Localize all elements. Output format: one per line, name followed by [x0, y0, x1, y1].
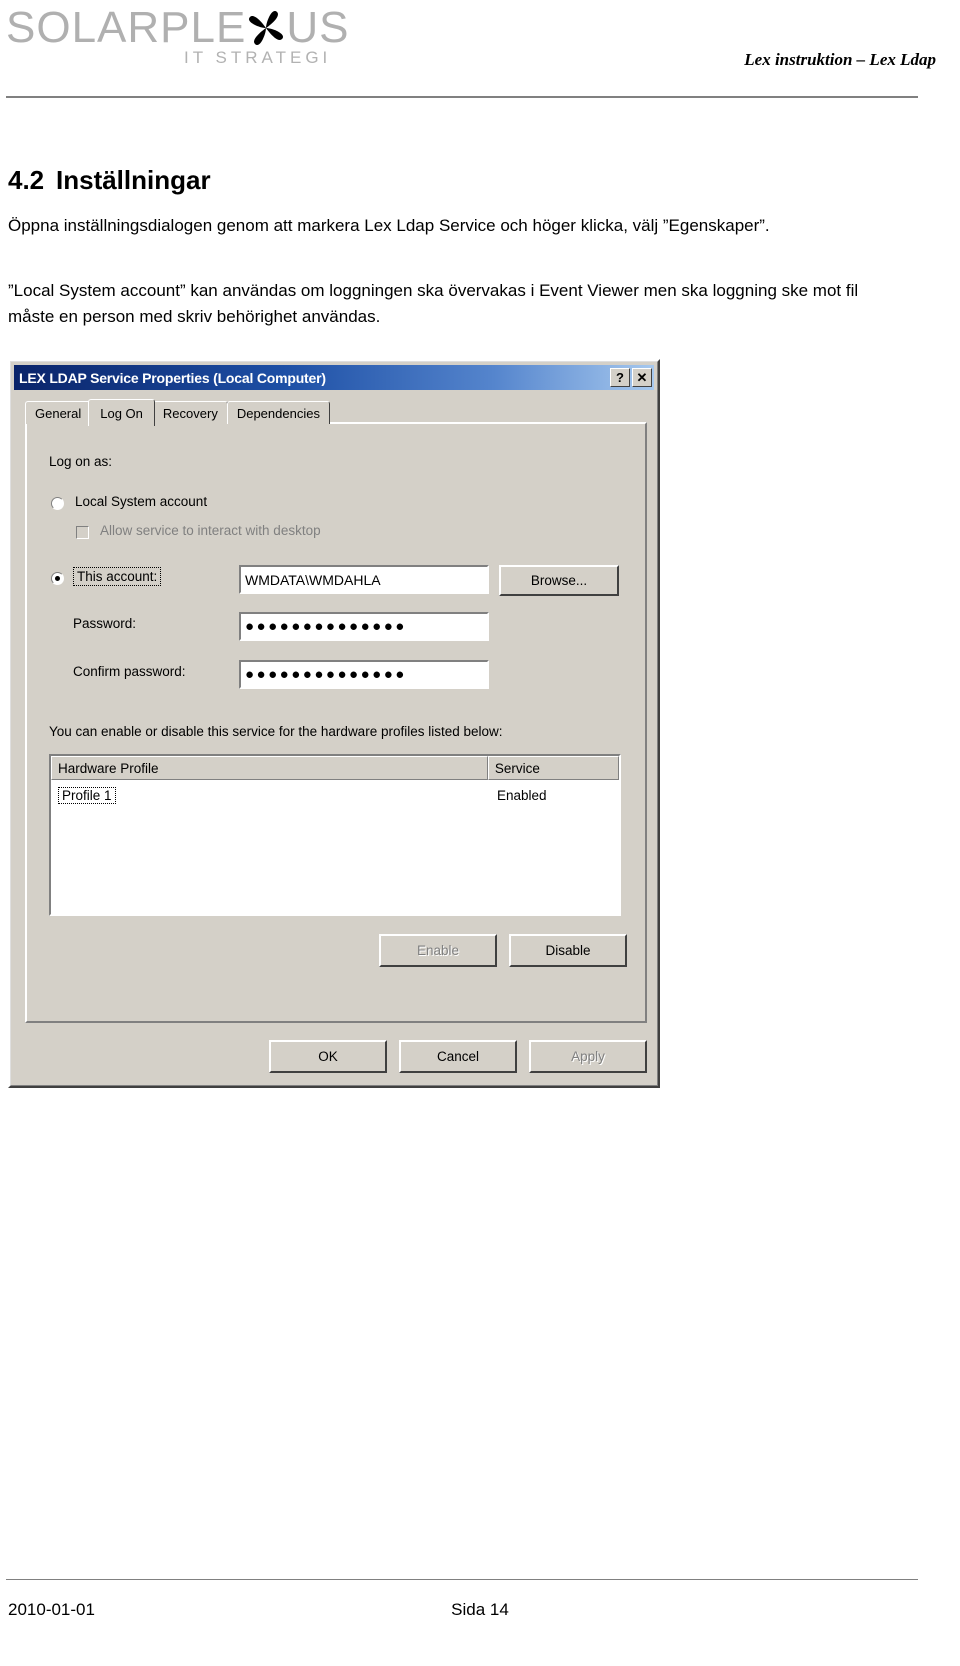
section-number: 4.2	[8, 165, 45, 195]
this-account-label: This account:	[73, 567, 162, 586]
confirm-password-input[interactable]: ●●●●●●●●●●●●●●	[239, 660, 489, 689]
confirm-password-masked-value: ●●●●●●●●●●●●●●	[245, 666, 407, 683]
dialog-frame: LEX LDAP Service Properties (Local Compu…	[10, 361, 658, 1086]
apply-button[interactable]: Apply	[529, 1040, 647, 1073]
password-label: Password:	[73, 616, 137, 631]
confirm-password-label: Confirm password:	[73, 664, 186, 679]
cell-service-status: Enabled	[497, 787, 547, 803]
footer-page-number: Sida 14	[451, 1600, 509, 1619]
close-icon[interactable]: ✕	[632, 368, 652, 387]
tab-recovery[interactable]: Recovery	[152, 401, 228, 424]
page-title: 4.2 Inställningar	[8, 165, 211, 196]
document-page: SOLARPLE US IT STRATEGI Lex instruktion …	[0, 0, 960, 1666]
header-divider	[6, 96, 918, 98]
allow-desktop-label: Allow service to interact with desktop	[100, 523, 321, 538]
logo-wordmark: SOLARPLE US	[6, 2, 349, 54]
column-service[interactable]: Service	[487, 756, 619, 780]
dialog-tabs: General Log On Recovery Dependencies	[25, 398, 647, 426]
enable-button[interactable]: Enable	[379, 934, 497, 967]
cell-profile-name: Profile 1	[58, 786, 116, 804]
disable-button[interactable]: Disable	[509, 934, 627, 967]
browse-button[interactable]: Browse...	[499, 565, 619, 596]
logo-wordmark-pre: SOLARPLE	[6, 3, 247, 52]
logo-wordmark-post: US	[286, 3, 350, 52]
footer-divider	[6, 1579, 918, 1580]
password-input[interactable]: ●●●●●●●●●●●●●●	[239, 612, 489, 641]
log-on-panel: Log on as: Local System account Allow se…	[25, 422, 647, 1023]
local-system-radio[interactable]	[51, 497, 64, 510]
hardware-profiles-list[interactable]: Hardware Profile Service Profile 1 Enabl…	[49, 754, 621, 916]
service-properties-dialog: LEX LDAP Service Properties (Local Compu…	[8, 359, 660, 1088]
butterfly-x-icon	[246, 8, 286, 48]
password-masked-value: ●●●●●●●●●●●●●●	[245, 618, 407, 635]
help-icon[interactable]: ?	[610, 368, 630, 387]
dialog-title: LEX LDAP Service Properties (Local Compu…	[19, 369, 326, 386]
column-hardware-profile[interactable]: Hardware Profile	[51, 756, 488, 780]
log-on-as-label: Log on as:	[49, 454, 113, 469]
titlebar-buttons: ? ✕	[610, 368, 654, 387]
paragraph-intro: Öppna inställningsdialogen genom att mar…	[8, 216, 770, 235]
dialog-titlebar[interactable]: LEX LDAP Service Properties (Local Compu…	[14, 365, 654, 390]
ok-button[interactable]: OK	[269, 1040, 387, 1073]
this-account-radio[interactable]	[51, 572, 64, 585]
paragraph-local-system: ”Local System account” kan användas om l…	[8, 281, 859, 326]
local-system-label: Local System account	[75, 494, 208, 509]
document-header-title: Lex instruktion – Lex Ldap	[744, 50, 936, 69]
profiles-table-header: Hardware Profile Service	[51, 756, 619, 780]
solarplexus-logo: SOLARPLE US IT STRATEGI	[6, 2, 349, 67]
account-name-input[interactable]: WMDATA\WMDAHLA	[239, 565, 489, 594]
tab-dependencies[interactable]: Dependencies	[226, 401, 330, 424]
cancel-button[interactable]: Cancel	[399, 1040, 517, 1073]
section-title: Inställningar	[56, 165, 211, 195]
allow-desktop-checkbox[interactable]	[76, 526, 89, 539]
hardware-profiles-hint: You can enable or disable this service f…	[49, 724, 503, 739]
table-row[interactable]: Profile 1 Enabled	[51, 784, 619, 806]
tab-general[interactable]: General	[25, 401, 92, 424]
page-header: SOLARPLE US IT STRATEGI Lex instruktion …	[0, 0, 960, 100]
tab-log-on[interactable]: Log On	[88, 399, 155, 426]
logo-subtitle: IT STRATEGI	[184, 48, 332, 67]
